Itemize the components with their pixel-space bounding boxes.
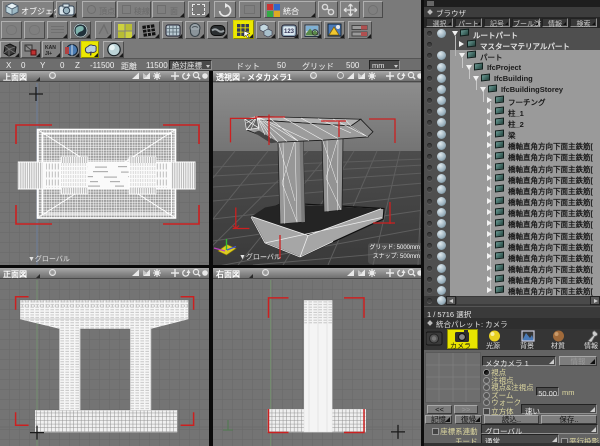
svg-text:JI+: JI+: [45, 51, 52, 57]
svg-text:123: 123: [284, 29, 295, 35]
